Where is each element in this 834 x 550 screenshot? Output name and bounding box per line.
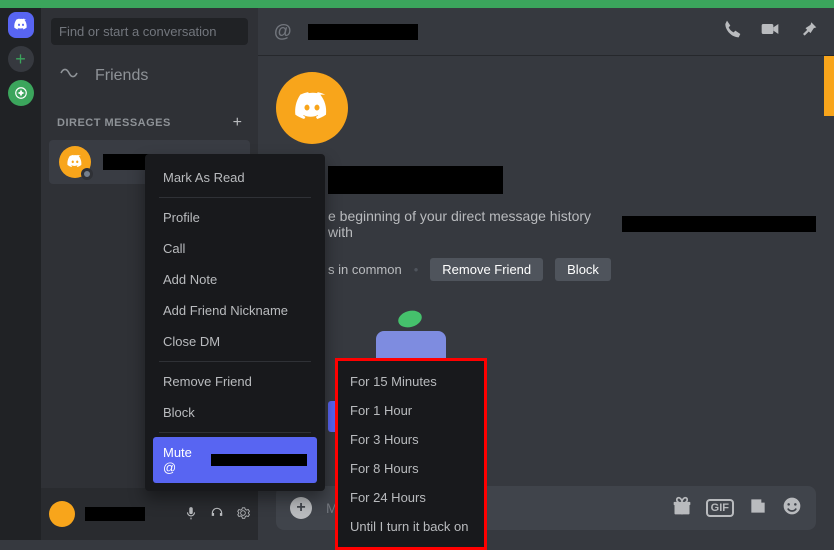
gift-icon[interactable] [672,496,692,521]
mute-1hour[interactable]: For 1 Hour [344,396,478,425]
ctx-profile[interactable]: Profile [153,202,317,233]
ctx-remove-friend[interactable]: Remove Friend [153,366,317,397]
friends-label: Friends [95,67,148,85]
mute-icon[interactable] [184,506,198,523]
menu-divider [159,197,311,198]
emoji-icon[interactable] [782,496,802,521]
attach-icon[interactable]: + [290,497,312,519]
gif-icon[interactable]: GIF [706,499,734,517]
redacted-self-name [85,507,145,521]
ctx-call[interactable]: Call [153,233,317,264]
settings-icon[interactable] [236,506,250,523]
ctx-add-note[interactable]: Add Note [153,264,317,295]
explore-button[interactable] [8,80,34,106]
friends-tab[interactable]: Friends [41,55,258,96]
mute-submenu: For 15 Minutes For 1 Hour For 3 Hours Fo… [335,358,487,550]
voice-call-icon[interactable] [722,19,742,44]
mute-24hours[interactable]: For 24 Hours [344,483,478,512]
menu-divider [159,432,311,433]
redacted-header-name [308,24,418,40]
notification-bar [0,0,834,8]
context-menu: Mark As Read Profile Call Add Note Add F… [145,154,325,491]
home-button[interactable] [8,12,34,38]
profile-avatar [276,72,348,144]
user-panel [41,488,258,540]
redacted-mute-name [211,454,307,466]
redacted-profile-name [328,166,503,194]
self-avatar[interactable] [49,501,75,527]
remove-friend-button[interactable]: Remove Friend [430,258,543,281]
create-dm-button[interactable]: + [233,114,242,132]
scrollbar[interactable] [824,56,834,116]
mute-8hours[interactable]: For 8 Hours [344,454,478,483]
avatar [59,146,91,178]
mute-until-on[interactable]: Until I turn it back on [344,512,478,541]
status-offline-icon [81,168,93,180]
beginning-text: e beginning of your direct message histo… [328,208,616,240]
deafen-icon[interactable] [210,506,224,523]
channel-header: @ [258,8,834,56]
mute-prefix: Mute @ [163,445,207,475]
servers-common-text: s in common [328,262,402,277]
add-server-button[interactable]: + [8,46,34,72]
separator-dot: • [414,262,419,277]
search-input[interactable]: Find or start a conversation [51,18,248,45]
ctx-mute[interactable]: Mute @ [153,437,317,483]
mute-3hours[interactable]: For 3 Hours [344,425,478,454]
ctx-close-dm[interactable]: Close DM [153,326,317,357]
friends-icon [59,65,79,86]
redacted-name-inline [622,216,816,232]
menu-divider [159,361,311,362]
ctx-add-nickname[interactable]: Add Friend Nickname [153,295,317,326]
mute-15min[interactable]: For 15 Minutes [344,367,478,396]
at-icon: @ [274,21,292,42]
dm-header-label: DIRECT MESSAGES [57,117,171,129]
server-column: + [0,8,41,540]
sticker-icon[interactable] [748,496,768,521]
ctx-mark-as-read[interactable]: Mark As Read [153,162,317,193]
block-button[interactable]: Block [555,258,611,281]
ctx-block[interactable]: Block [153,397,317,428]
video-call-icon[interactable] [760,19,780,44]
pin-icon[interactable] [798,19,818,44]
